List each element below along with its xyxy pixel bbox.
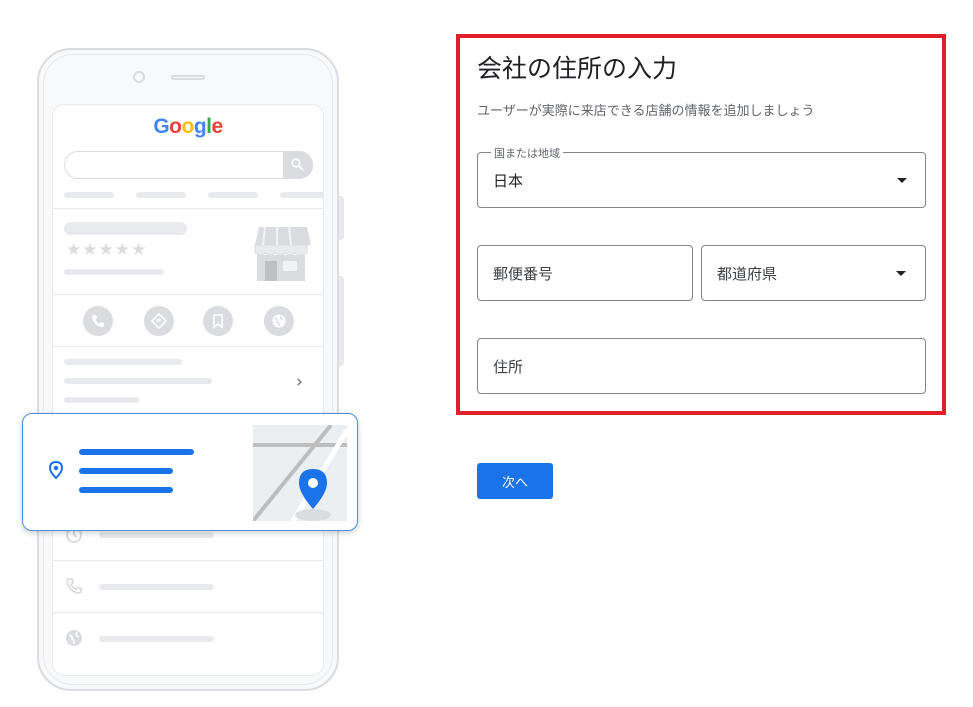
map-pin-icon bbox=[253, 425, 347, 521]
mini-search-button bbox=[283, 151, 313, 179]
divider bbox=[53, 208, 323, 209]
website-action-circle bbox=[264, 306, 294, 336]
text-placeholder bbox=[64, 378, 212, 384]
call-action-circle bbox=[83, 306, 113, 336]
tab-placeholder bbox=[64, 192, 114, 198]
address-placeholder: 住所 bbox=[493, 358, 524, 376]
text-placeholder bbox=[64, 397, 139, 403]
prefecture-select[interactable]: 都道府県 bbox=[701, 245, 926, 301]
directions-action-circle bbox=[144, 306, 174, 336]
page-title: 会社の住所の入力 bbox=[477, 54, 678, 83]
chevron-right-icon: › bbox=[296, 372, 303, 392]
phone-side-button bbox=[339, 276, 344, 366]
divider bbox=[53, 346, 323, 347]
dropdown-arrow-icon bbox=[897, 178, 907, 183]
country-value: 日本 bbox=[493, 172, 524, 190]
text-placeholder bbox=[64, 269, 164, 275]
business-name-placeholder bbox=[64, 222, 187, 235]
country-select[interactable]: 国または地域 日本 bbox=[477, 145, 926, 208]
address-line-placeholder bbox=[79, 449, 194, 455]
logo-letter: G bbox=[153, 115, 170, 138]
search-icon bbox=[291, 158, 304, 171]
phone-icon bbox=[66, 578, 82, 594]
logo-letter: g bbox=[193, 115, 207, 138]
divider bbox=[53, 612, 323, 613]
phone-screen: Google ★★★★★ › bbox=[52, 104, 324, 676]
globe-icon bbox=[272, 314, 286, 328]
phone-icon bbox=[92, 315, 104, 327]
logo-letter: o bbox=[169, 115, 182, 138]
globe-icon bbox=[66, 630, 82, 646]
tab-placeholder bbox=[208, 192, 258, 198]
country-label: 国または地域 bbox=[491, 145, 563, 161]
map-thumbnail bbox=[253, 425, 347, 521]
mini-search-bar bbox=[64, 151, 313, 179]
postal-code-placeholder: 郵便番号 bbox=[493, 265, 554, 283]
address-line-placeholder bbox=[79, 468, 173, 474]
address-input[interactable]: 住所 bbox=[477, 338, 926, 394]
text-placeholder bbox=[99, 636, 214, 642]
save-action-circle bbox=[203, 306, 233, 336]
text-placeholder bbox=[99, 584, 214, 590]
page-subtitle: ユーザーが実際に来店できる店舗の情報を追加しましょう bbox=[477, 104, 815, 119]
rating-stars: ★★★★★ bbox=[66, 240, 148, 260]
phone-speaker bbox=[171, 75, 205, 80]
phone-camera bbox=[133, 71, 145, 83]
tab-placeholder bbox=[280, 192, 323, 198]
address-line-placeholder bbox=[79, 487, 173, 493]
location-card-illustration bbox=[22, 413, 358, 531]
divider bbox=[53, 560, 323, 561]
directions-icon bbox=[151, 313, 167, 329]
next-button[interactable]: 次へ bbox=[477, 463, 553, 499]
storefront-icon bbox=[254, 226, 311, 281]
phone-side-button bbox=[339, 196, 344, 240]
dropdown-arrow-icon bbox=[896, 271, 906, 276]
logo-letter: o bbox=[181, 115, 194, 138]
tab-placeholder bbox=[136, 192, 186, 198]
text-placeholder bbox=[64, 359, 182, 365]
prefecture-placeholder: 都道府県 bbox=[717, 265, 778, 283]
google-logo: Google bbox=[53, 115, 323, 139]
text-placeholder bbox=[99, 532, 214, 538]
logo-letter: e bbox=[211, 115, 223, 138]
bookmark-icon bbox=[213, 314, 223, 329]
location-pin-icon bbox=[49, 461, 63, 479]
postal-code-input[interactable]: 郵便番号 bbox=[477, 245, 693, 301]
divider bbox=[53, 294, 323, 295]
